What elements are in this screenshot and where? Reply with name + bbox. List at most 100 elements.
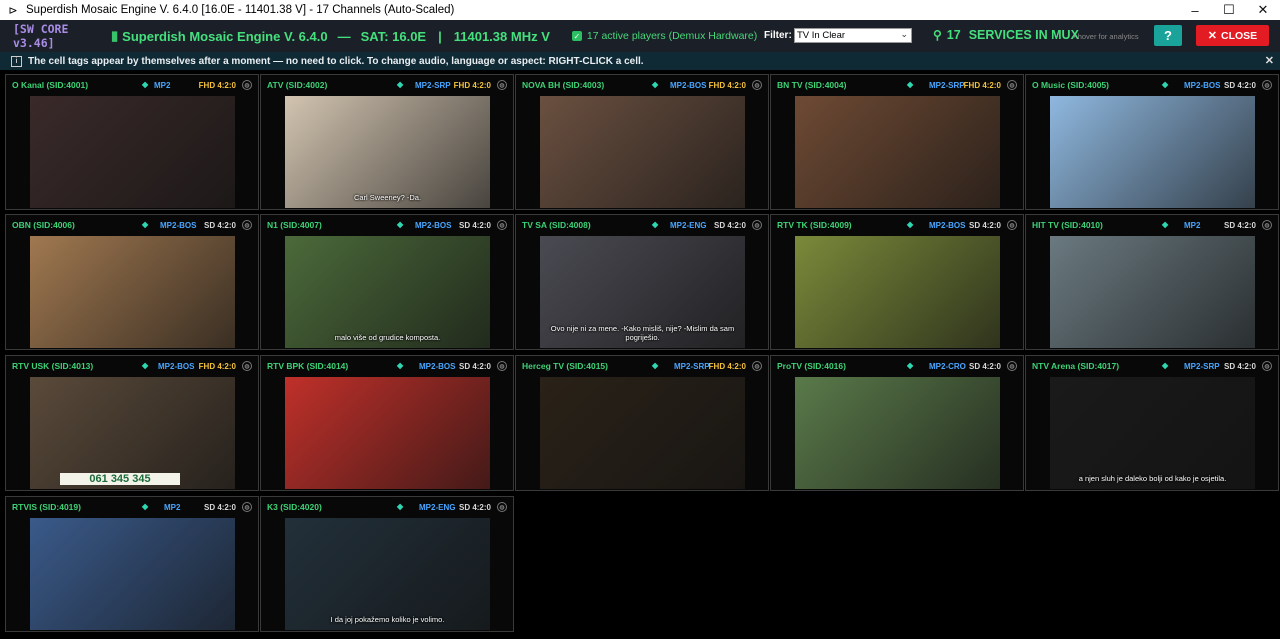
channel-header: OBN (SID:4006) ◆ MP2-BOS SD 4:2:0 ◍ [6,215,258,235]
channel-cell[interactable]: HIT TV (SID:4010) ◆ MP2 SD 4:2:0 ◍ [1025,214,1279,350]
channel-cell[interactable]: ProTV (SID:4016) ◆ MP2-CRO SD 4:2:0 ◍ [770,355,1024,491]
close-label: CLOSE [1221,29,1258,42]
speaker-mute-icon[interactable]: ◍ [242,361,252,371]
diamond-icon: ◆ [397,502,404,511]
format-tag: SD 4:2:0 [203,503,236,512]
audio-tag: MP2 [1184,221,1201,230]
channel-name: O Kanal (SID:4001) [12,80,89,90]
channel-cell[interactable]: NTV Arena (SID:4017) ◆ MP2-SRP SD 4:2:0 ◍ a n… [1025,355,1279,491]
maximize-button[interactable]: ☐ [1212,0,1246,20]
diamond-icon: ◆ [142,80,149,89]
speaker-mute-icon[interactable]: ◍ [497,80,507,90]
diamond-icon: ◆ [907,220,914,229]
channel-header: NOVA BH (SID:4003) ◆ MP2-BOS FHD 4:2:0 ◍ [516,75,768,95]
services-label: SERVICES IN MUX [968,28,1079,42]
channel-cell[interactable]: K3 (SID:4020) ◆ MP2-ENG SD 4:2:0 ◍ I da joj p… [260,496,514,632]
channel-cell[interactable]: RTVIS (SID:4019) ◆ MP2 SD 4:2:0 ◍ [5,496,259,632]
video-preview [1050,96,1255,208]
channel-name: RTVIS (SID:4019) [12,502,81,512]
window-close-button[interactable]: ✕ [1246,0,1280,20]
speaker-mute-icon[interactable]: ◍ [497,361,507,371]
audio-tag: MP2 [154,81,171,90]
channel-cell[interactable]: O Music (SID:4005) ◆ MP2-BOS SD 4:2:0 ◍ [1025,74,1279,210]
format-tag: SD 4:2:0 [458,362,491,371]
speaker-mute-icon[interactable]: ◍ [497,220,507,230]
audio-tag: MP2-SRP [1184,362,1220,371]
engine-label: Superdish Mosaic Engine V. 6.4.0 [122,28,328,44]
audio-tag: MP2-ENG [419,503,456,512]
speaker-mute-icon[interactable]: ◍ [752,80,762,90]
diamond-icon: ◆ [1162,80,1169,89]
audio-tag: MP2-SRP [415,81,451,90]
channel-name: RTV USK (SID:4013) [12,361,94,371]
speaker-mute-icon[interactable]: ◍ [1262,361,1272,371]
video-preview: a njen sluh je daleko bolji od kako je o… [1050,377,1255,489]
diamond-icon: ◆ [397,80,404,89]
audio-tag: MP2-SRP [929,81,965,90]
speaker-mute-icon[interactable]: ◍ [242,502,252,512]
diamond-icon: ◆ [1162,361,1169,370]
minimize-button[interactable]: – [1178,0,1212,20]
video-preview [30,518,235,630]
separator: | [438,28,442,44]
format-tag: SD 4:2:0 [968,221,1001,230]
close-app-button[interactable]: ✕ CLOSE [1196,25,1269,46]
audio-tag: MP2-BOS [415,221,452,230]
satellite-icon: ⊳ [8,4,18,17]
speaker-mute-icon[interactable]: ◍ [497,502,507,512]
channel-cell[interactable]: ATV (SID:4002) ◆ MP2-SRP FHD 4:2:0 ◍ Carl Swe… [260,74,514,210]
channel-cell[interactable]: N1 (SID:4007) ◆ MP2-BOS SD 4:2:0 ◍ malo više … [260,214,514,350]
speaker-mute-icon[interactable]: ◍ [1262,220,1272,230]
speaker-mute-icon[interactable]: ◍ [752,361,762,371]
format-tag: SD 4:2:0 [1223,362,1256,371]
format-tag: FHD 4:2:0 [963,81,1001,90]
channel-cell[interactable]: NOVA BH (SID:4003) ◆ MP2-BOS FHD 4:2:0 ◍ [515,74,769,210]
speaker-mute-icon[interactable]: ◍ [752,220,762,230]
channel-name: RTV TK (SID:4009) [777,220,852,230]
channel-cell[interactable]: BN TV (SID:4004) ◆ MP2-SRP FHD 4:2:0 ◍ [770,74,1024,210]
diamond-icon: ◆ [142,220,149,229]
video-preview [285,377,490,489]
channel-cell[interactable]: O Kanal (SID:4001) ◆ MP2 FHD 4:2:0 ◍ [5,74,259,210]
video-subtitle: a njen sluh je daleko bolji od kako je o… [1078,474,1227,483]
help-button[interactable]: ? [1154,25,1182,46]
speaker-mute-icon[interactable]: ◍ [242,80,252,90]
diamond-icon: ◆ [907,361,914,370]
speaker-mute-icon[interactable]: ◍ [1007,220,1017,230]
channel-header: N1 (SID:4007) ◆ MP2-BOS SD 4:2:0 ◍ [261,215,513,235]
core-version-tag: [SW CORE v3.46] [13,22,69,50]
channel-header: RTV BPK (SID:4014) ◆ MP2-BOS SD 4:2:0 ◍ [261,356,513,376]
channel-cell[interactable]: RTV USK (SID:4013) ◆ MP2-BOS FHD 4:2:0 ◍ 061 … [5,355,259,491]
video-preview: malo više od grudice komposta. [285,236,490,348]
window-titlebar: ⊳ Superdish Mosaic Engine V. 6.4.0 [16.0… [0,0,1280,20]
video-preview: I da joj pokažemo koliko je volimo. [285,518,490,630]
channel-header: ProTV (SID:4016) ◆ MP2-CRO SD 4:2:0 ◍ [771,356,1023,376]
channel-name: OBN (SID:4006) [12,220,75,230]
video-caption: 061 345 345 [60,473,180,485]
audio-tag: MP2-BOS [158,362,195,371]
services-count: ⚲ 17 SERVICES IN MUX [933,28,1079,42]
channel-cell[interactable]: RTV TK (SID:4009) ◆ MP2-BOS SD 4:2:0 ◍ [770,214,1024,350]
speaker-mute-icon[interactable]: ◍ [1007,80,1017,90]
dismiss-info-button[interactable]: ✕ [1265,54,1274,67]
speaker-mute-icon[interactable]: ◍ [1007,361,1017,371]
chevron-down-icon: ⌄ [900,29,908,39]
channel-header: BN TV (SID:4004) ◆ MP2-SRP FHD 4:2:0 ◍ [771,75,1023,95]
channel-name: HIT TV (SID:4010) [1032,220,1103,230]
format-tag: SD 4:2:0 [458,503,491,512]
channel-header: Herceg TV (SID:4015) ◆ MP2-SRP FHD 4:2:0 ◍ [516,356,768,376]
channel-cell[interactable]: RTV BPK (SID:4014) ◆ MP2-BOS SD 4:2:0 ◍ [260,355,514,491]
channel-header: O Music (SID:4005) ◆ MP2-BOS SD 4:2:0 ◍ [1026,75,1278,95]
channel-name: Herceg TV (SID:4015) [522,361,608,371]
filter-select[interactable]: TV In Clear ⌄ [794,28,912,43]
channel-cell[interactable]: OBN (SID:4006) ◆ MP2-BOS SD 4:2:0 ◍ [5,214,259,350]
speaker-mute-icon[interactable]: ◍ [1262,80,1272,90]
channel-cell[interactable]: TV SA (SID:4008) ◆ MP2-ENG SD 4:2:0 ◍ Ovo nij… [515,214,769,350]
audio-tag: MP2-BOS [670,81,707,90]
audio-tag: MP2-BOS [929,221,966,230]
channel-cell[interactable]: Herceg TV (SID:4015) ◆ MP2-SRP FHD 4:2:0 ◍ [515,355,769,491]
video-preview [30,96,235,208]
video-subtitle: I da joj pokažemo koliko je volimo. [330,615,445,624]
speaker-mute-icon[interactable]: ◍ [242,220,252,230]
active-players-label: 17 active players (Demux Hardware) [586,30,758,42]
